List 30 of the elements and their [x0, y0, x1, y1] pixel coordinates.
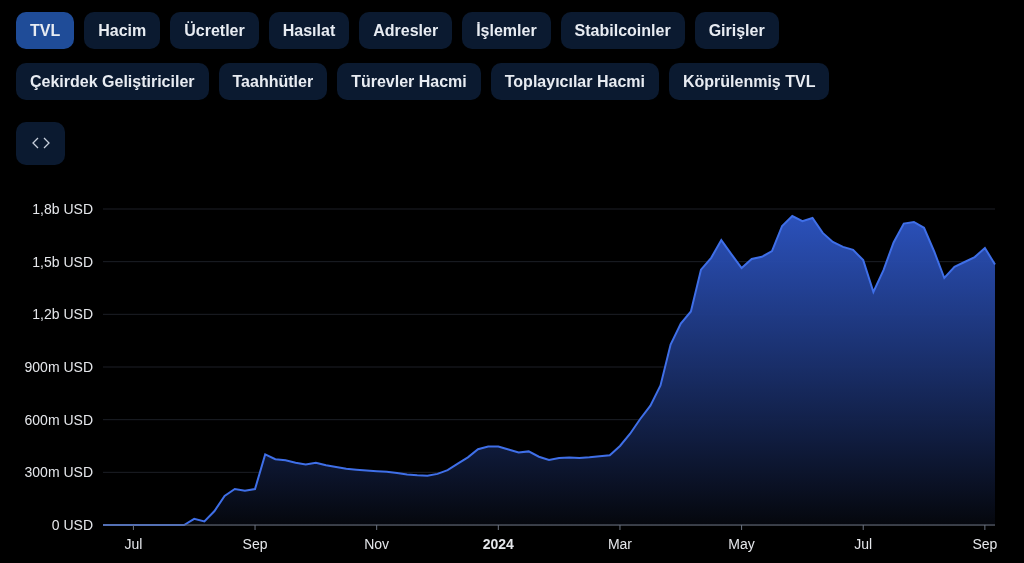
tab[interactable]: Çekirdek Geliştiriciler: [16, 63, 209, 100]
tab[interactable]: Taahhütler: [218, 63, 328, 100]
axis-label: 2024: [482, 535, 514, 552]
tab[interactable]: Ücretler: [170, 12, 259, 49]
tab[interactable]: Türevler Hacmi: [337, 63, 481, 100]
axis-label: 1,8b USD: [32, 200, 93, 217]
tab[interactable]: TVL: [16, 12, 75, 49]
tab[interactable]: Köprülenmiş TVL: [668, 63, 830, 100]
axis-label: 300m USD: [24, 464, 93, 481]
code-icon: [31, 137, 50, 150]
tab[interactable]: Hacim: [84, 12, 161, 49]
axis-label: 0 USD: [51, 516, 93, 533]
tab[interactable]: Adresler: [359, 12, 453, 49]
tab[interactable]: İşlemler: [462, 12, 551, 49]
embed-button[interactable]: [16, 122, 65, 165]
axis-label: Sep: [972, 535, 998, 552]
axis-label: Jul: [854, 535, 873, 552]
axis-label: 1,2b USD: [32, 306, 93, 323]
axis-label: Nov: [364, 535, 390, 552]
axis-label: 1,5b USD: [32, 253, 93, 270]
axis-label: Mar: [607, 535, 632, 552]
axis-label: Jul: [124, 535, 143, 552]
tab[interactable]: Toplayıcılar Hacmi: [490, 63, 659, 100]
axis-label: 600m USD: [24, 411, 93, 428]
axis-label: May: [728, 535, 755, 552]
tab[interactable]: Stabilcoinler: [560, 12, 685, 49]
axis-label: 900m USD: [24, 358, 93, 375]
axis-label: Sep: [242, 535, 268, 552]
tab[interactable]: Girişler: [694, 12, 779, 49]
tab[interactable]: Hasılat: [268, 12, 350, 49]
